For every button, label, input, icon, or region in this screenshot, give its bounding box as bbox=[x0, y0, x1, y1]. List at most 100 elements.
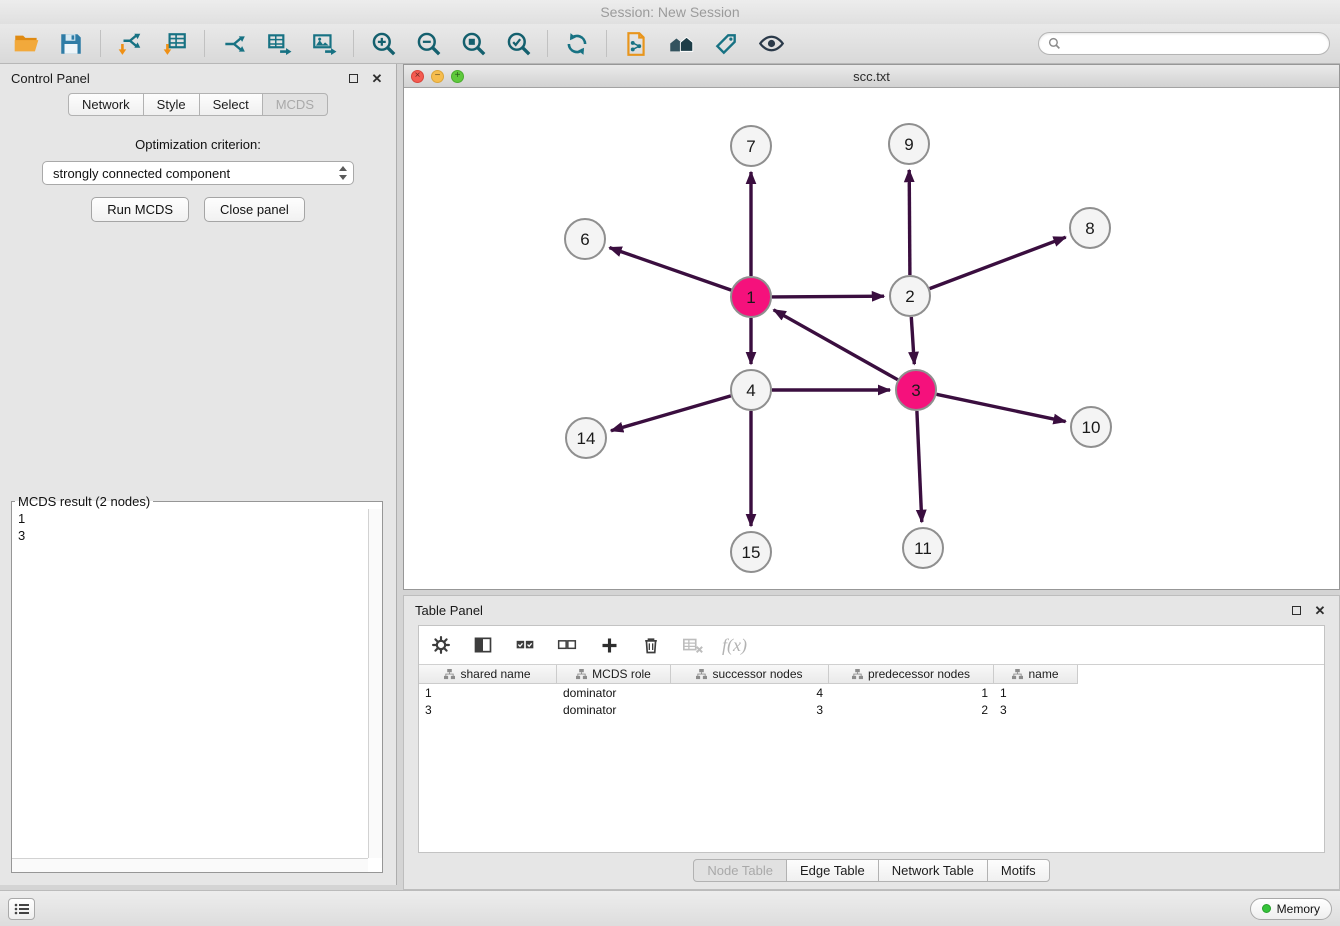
graph-node-3[interactable]: 3 bbox=[896, 370, 936, 410]
graph-node-1[interactable]: 1 bbox=[731, 277, 771, 317]
graph-node-9[interactable]: 9 bbox=[889, 124, 929, 164]
column-header-MCDS-role[interactable]: MCDS role bbox=[557, 665, 671, 684]
save-floppy-icon bbox=[58, 31, 84, 57]
annotations-button[interactable] bbox=[710, 28, 742, 60]
table-cell[interactable]: 3 bbox=[671, 703, 829, 717]
tab-network[interactable]: Network bbox=[68, 93, 144, 116]
column-header-successor-nodes[interactable]: successor nodes bbox=[671, 665, 829, 684]
table-cell[interactable]: 2 bbox=[829, 703, 994, 717]
delete-table-button bbox=[680, 632, 706, 658]
dropdown-value: strongly connected component bbox=[53, 166, 338, 181]
zoom-selected-button[interactable] bbox=[502, 28, 534, 60]
mcds-result-list[interactable]: 13 bbox=[12, 509, 368, 858]
column-sort-icon bbox=[576, 669, 587, 680]
tab-select[interactable]: Select bbox=[199, 93, 263, 116]
export-network-button[interactable] bbox=[218, 28, 250, 60]
table-cell[interactable]: 3 bbox=[419, 703, 557, 717]
column-header-shared-name[interactable]: shared name bbox=[419, 665, 557, 684]
table-settings-button[interactable] bbox=[428, 632, 454, 658]
column-header-predecessor-nodes[interactable]: predecessor nodes bbox=[829, 665, 994, 684]
open-folder-icon bbox=[13, 30, 40, 57]
save-session-button[interactable] bbox=[55, 28, 87, 60]
graph-node-4[interactable]: 4 bbox=[731, 370, 771, 410]
memory-button[interactable]: Memory bbox=[1250, 898, 1332, 920]
open-session-button[interactable] bbox=[10, 28, 42, 60]
mcds-result-line: 3 bbox=[18, 527, 362, 544]
table-cell[interactable]: dominator bbox=[557, 703, 671, 717]
graph-edge-1-2[interactable] bbox=[772, 296, 884, 297]
add-column-button[interactable] bbox=[596, 632, 622, 658]
export-table-button[interactable] bbox=[263, 28, 295, 60]
search-input[interactable] bbox=[1066, 36, 1320, 51]
export-image-button[interactable] bbox=[308, 28, 340, 60]
table-cell[interactable]: 1 bbox=[829, 686, 994, 700]
column-header-name[interactable]: name bbox=[994, 665, 1078, 684]
zoom-in-button[interactable] bbox=[367, 28, 399, 60]
delete-column-button[interactable] bbox=[638, 632, 664, 658]
graph-edge-4-14[interactable] bbox=[611, 396, 731, 431]
graph-node-11[interactable]: 11 bbox=[903, 528, 943, 568]
control-panel-header: Control Panel ✕ bbox=[0, 64, 396, 92]
mcds-result-box: MCDS result (2 nodes) 13 bbox=[11, 494, 383, 873]
table-row[interactable]: 3dominator323 bbox=[419, 701, 1324, 718]
graph-node-2[interactable]: 2 bbox=[890, 276, 930, 316]
copy-network-button[interactable] bbox=[620, 28, 652, 60]
trash-icon bbox=[641, 635, 661, 655]
run-mcds-button[interactable]: Run MCDS bbox=[91, 197, 189, 222]
table-cell[interactable]: 3 bbox=[994, 703, 1078, 717]
table-close-button[interactable]: ✕ bbox=[1312, 602, 1328, 618]
refresh-layout-button[interactable] bbox=[561, 28, 593, 60]
graph-node-6[interactable]: 6 bbox=[565, 219, 605, 259]
toolbar-separator bbox=[353, 30, 354, 57]
graph-node-15[interactable]: 15 bbox=[731, 532, 771, 572]
graph-node-7[interactable]: 7 bbox=[731, 126, 771, 166]
split-view-button[interactable] bbox=[470, 632, 496, 658]
result-horizontal-scrollbar[interactable] bbox=[12, 858, 368, 872]
svg-text:10: 10 bbox=[1082, 418, 1101, 437]
close-panel-button-2[interactable]: Close panel bbox=[204, 197, 305, 222]
dropdown-stepper-icon bbox=[338, 165, 348, 181]
table-tabs: Node TableEdge TableNetwork TableMotifs bbox=[404, 859, 1339, 882]
table-cell[interactable]: 1 bbox=[419, 686, 557, 700]
optimization-dropdown[interactable]: strongly connected component bbox=[42, 161, 354, 185]
graph-edge-2-3[interactable] bbox=[911, 317, 914, 364]
select-all-button[interactable] bbox=[512, 632, 538, 658]
import-table-button[interactable] bbox=[159, 28, 191, 60]
tab-node-table[interactable]: Node Table bbox=[693, 859, 787, 882]
graph-edge-3-1[interactable] bbox=[774, 310, 898, 380]
first-neighbors-button[interactable] bbox=[665, 28, 697, 60]
close-panel-button[interactable]: ✕ bbox=[369, 70, 385, 86]
table-row[interactable]: 1dominator411 bbox=[419, 684, 1324, 701]
table-cell[interactable]: 1 bbox=[994, 686, 1078, 700]
tab-style[interactable]: Style bbox=[143, 93, 200, 116]
show-hide-button[interactable] bbox=[755, 28, 787, 60]
svg-text:3: 3 bbox=[911, 381, 920, 400]
network-window-title: scc.txt bbox=[404, 69, 1339, 84]
deselect-all-button[interactable] bbox=[554, 632, 580, 658]
graph-edge-3-10[interactable] bbox=[937, 394, 1066, 421]
graph-edge-2-9[interactable] bbox=[909, 170, 910, 275]
mcds-result-inner: 13 bbox=[12, 509, 382, 872]
zoom-fit-button[interactable] bbox=[457, 28, 489, 60]
network-view-window: × − + scc.txt 7968124314101511 bbox=[403, 64, 1340, 590]
tab-mcds[interactable]: MCDS bbox=[262, 93, 328, 116]
task-history-button[interactable] bbox=[8, 898, 35, 920]
float-panel-button[interactable] bbox=[345, 70, 361, 86]
svg-text:8: 8 bbox=[1085, 219, 1094, 238]
result-vertical-scrollbar[interactable] bbox=[368, 509, 382, 858]
graph-edge-1-6[interactable] bbox=[610, 248, 732, 291]
network-canvas[interactable]: 7 9 6 8 1 2 4 3 14 10 15 11 bbox=[404, 88, 1339, 589]
tab-edge-table[interactable]: Edge Table bbox=[786, 859, 879, 882]
table-cell[interactable]: dominator bbox=[557, 686, 671, 700]
tab-network-table[interactable]: Network Table bbox=[878, 859, 988, 882]
graph-edge-3-11[interactable] bbox=[917, 411, 922, 522]
graph-node-8[interactable]: 8 bbox=[1070, 208, 1110, 248]
tab-motifs[interactable]: Motifs bbox=[987, 859, 1050, 882]
import-network-button[interactable] bbox=[114, 28, 146, 60]
zoom-out-button[interactable] bbox=[412, 28, 444, 60]
table-cell[interactable]: 4 bbox=[671, 686, 829, 700]
graph-node-10[interactable]: 10 bbox=[1071, 407, 1111, 447]
graph-edge-2-8[interactable] bbox=[930, 237, 1066, 288]
graph-node-14[interactable]: 14 bbox=[566, 418, 606, 458]
table-float-button[interactable] bbox=[1288, 602, 1304, 618]
